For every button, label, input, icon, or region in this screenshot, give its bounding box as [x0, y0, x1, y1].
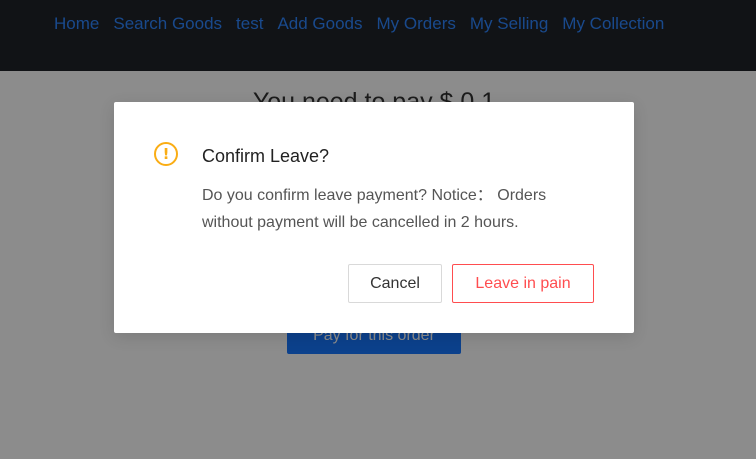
dialog-message: Do you confirm leave payment? Notice： Or…: [202, 187, 547, 231]
cancel-button[interactable]: Cancel: [348, 264, 442, 303]
confirm-leave-dialog: ! Confirm Leave? Do you confirm leave pa…: [114, 102, 634, 333]
dialog-title: Confirm Leave?: [202, 146, 330, 166]
exclamation-circle-icon: !: [154, 142, 178, 166]
leave-in-pain-button[interactable]: Leave in pain: [452, 264, 594, 303]
